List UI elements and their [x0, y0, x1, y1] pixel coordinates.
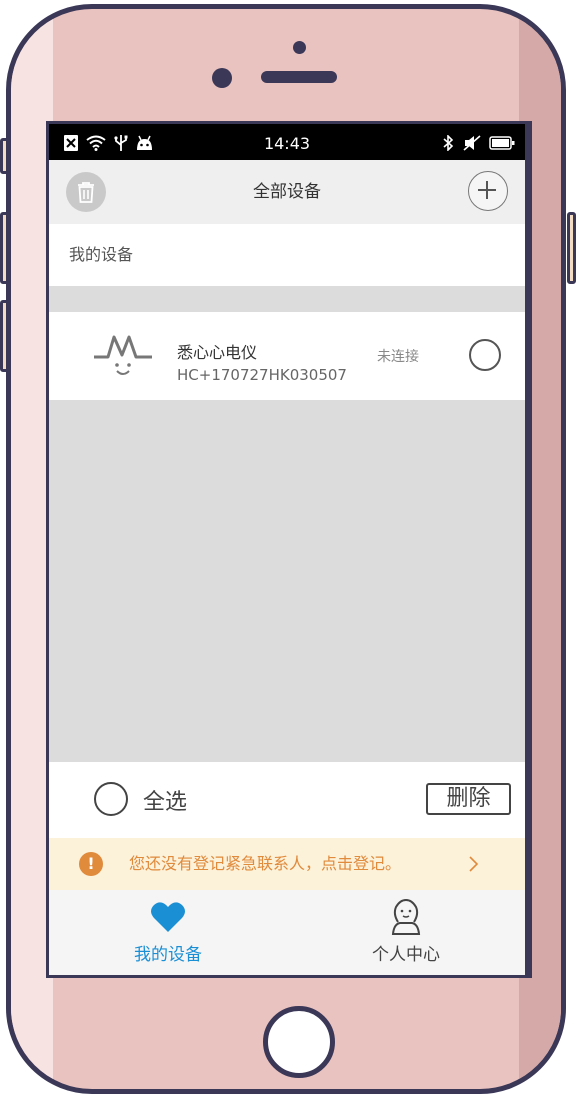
select-all-label[interactable]: 全选	[143, 784, 187, 816]
tab-bar: 我的设备 个人中心	[49, 890, 525, 975]
emergency-contact-text: 您还没有登记紧急联系人，点击登记。	[129, 854, 402, 873]
app-screen: 14:43 全部设备 我的设备 悉心心电仪 HC+170727HK030507 …	[49, 124, 525, 975]
tab-label-personal-center: 个人中心	[372, 945, 440, 965]
person-icon	[391, 898, 421, 935]
volume-up-button	[0, 212, 9, 284]
nav-bar: 全部设备	[49, 160, 525, 224]
heartbeat-face-icon	[94, 335, 152, 375]
battery-icon	[489, 136, 515, 150]
emergency-contact-banner[interactable]: ! 您还没有登记紧急联系人，点击登记。	[49, 838, 525, 890]
earpiece-speaker	[261, 71, 337, 83]
device-serial: HC+170727HK030507	[177, 366, 347, 384]
home-button[interactable]	[263, 1006, 335, 1078]
device-row[interactable]: 悉心心电仪 HC+170727HK030507 未连接	[49, 312, 525, 400]
bluetooth-icon	[443, 135, 454, 151]
power-button	[567, 212, 576, 284]
tab-my-devices[interactable]: 我的设备	[49, 890, 287, 975]
section-title: 我的设备	[69, 245, 134, 264]
device-select-radio[interactable]	[469, 339, 501, 371]
front-camera	[212, 68, 232, 88]
screen: 14:43 全部设备 我的设备 悉心心电仪 HC+170727HK030507 …	[46, 121, 532, 978]
device-connection-status: 未连接	[377, 349, 419, 365]
chevron-right-icon	[469, 856, 479, 872]
muted-icon	[463, 135, 481, 151]
status-bar: 14:43	[49, 124, 525, 160]
device-name: 悉心心电仪	[177, 343, 258, 362]
section-header: 我的设备	[49, 224, 525, 286]
heart-icon	[151, 902, 185, 932]
volume-down-button	[0, 300, 9, 372]
add-device-button[interactable]	[468, 171, 508, 211]
delete-button[interactable]: 删除	[426, 783, 511, 815]
proximity-sensor	[293, 41, 306, 54]
plus-icon	[477, 180, 496, 199]
tab-personal-center[interactable]: 个人中心	[287, 890, 525, 975]
mute-switch	[0, 138, 9, 174]
page-title: 全部设备	[253, 182, 321, 202]
bulk-action-bar: 全选 删除	[49, 762, 525, 838]
alert-icon: !	[79, 852, 103, 876]
tab-label-my-devices: 我的设备	[134, 945, 202, 965]
select-all-radio[interactable]	[94, 782, 128, 816]
